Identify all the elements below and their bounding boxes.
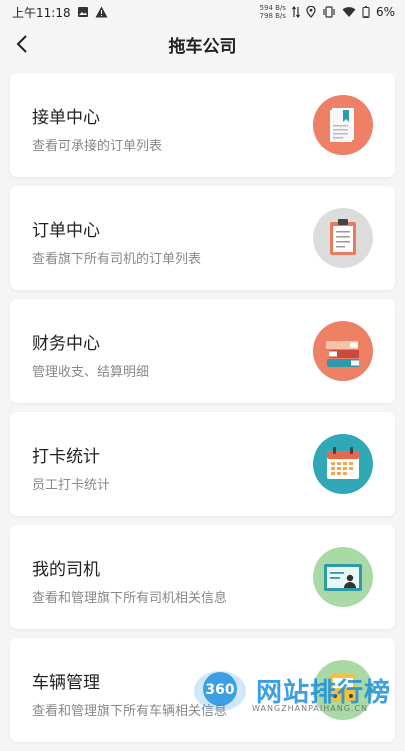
id-card-icon	[313, 547, 373, 607]
menu-card-order-taking[interactable]: 接单中心 查看可承接的订单列表	[10, 73, 395, 177]
net-speed: 594 B/s 798 B/s	[259, 4, 286, 20]
card-title: 接单中心	[32, 108, 100, 128]
card-title: 财务中心	[32, 334, 100, 354]
menu-card-order-center[interactable]: 订单中心 查看旗下所有司机的订单列表	[10, 186, 395, 290]
card-subtitle: 查看可承接的订单列表	[32, 139, 163, 154]
card-title: 我的司机	[32, 560, 100, 580]
menu-card-list: 接单中心 查看可承接的订单列表 订单中心 查看旗下所有司机的订单列表 财务中心 …	[10, 73, 395, 751]
status-time: 上午11:18	[12, 5, 71, 20]
chevron-left-icon	[16, 35, 27, 53]
menu-card-my-drivers[interactable]: 我的司机 查看和管理旗下所有司机相关信息	[10, 525, 395, 629]
watermark-badge: 360	[205, 682, 234, 698]
battery-level: 6%	[375, 5, 395, 19]
image-icon	[77, 7, 88, 17]
page-title: 拖车公司	[168, 36, 237, 57]
wifi-icon	[342, 7, 356, 17]
card-title: 订单中心	[32, 221, 100, 241]
card-subtitle: 查看和管理旗下所有司机相关信息	[32, 591, 228, 606]
data-transfer-icon	[291, 6, 300, 18]
360-logo-icon: 360	[194, 671, 246, 711]
status-bar: 上午11:18 594 B/s 798 B/s 6%	[0, 0, 405, 24]
calendar-icon	[313, 434, 373, 494]
location-icon	[306, 6, 316, 18]
card-subtitle: 查看旗下所有司机的订单列表	[32, 252, 202, 267]
menu-card-attendance[interactable]: 打卡统计 员工打卡统计	[10, 412, 395, 516]
card-title: 打卡统计	[32, 447, 100, 467]
card-title: 车辆管理	[32, 673, 100, 693]
back-button[interactable]	[10, 32, 34, 56]
clipboard-icon	[313, 208, 373, 268]
watermark-subtext: WANGZHANPAIHANG.CN	[252, 704, 369, 713]
document-icon	[313, 95, 373, 155]
watermark: 360 网站排行榜 WANGZHANPAIHANG.CN	[192, 660, 405, 720]
card-subtitle: 管理收支、结算明细	[32, 365, 150, 380]
battery-icon	[362, 6, 370, 18]
books-icon	[313, 321, 373, 381]
watermark-text: 网站排行榜	[256, 677, 392, 708]
menu-card-finance[interactable]: 财务中心 管理收支、结算明细	[10, 299, 395, 403]
app-bar: 拖车公司	[0, 24, 405, 64]
vibrate-icon	[323, 6, 335, 18]
card-subtitle: 员工打卡统计	[32, 478, 111, 493]
warning-icon	[95, 6, 108, 18]
